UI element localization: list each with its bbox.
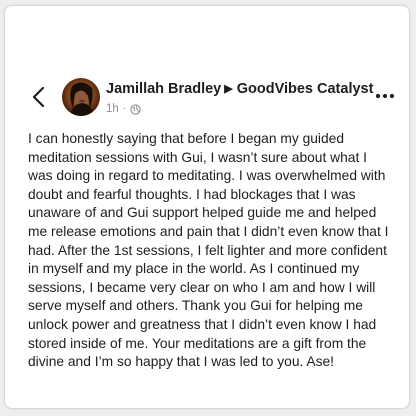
post-body-line: meditation sessions with Gui, I wasn’t s…	[28, 149, 367, 165]
author-name[interactable]: Jamillah Bradley	[106, 81, 221, 97]
post-body-line: I can honestly saying that before I bega…	[28, 131, 345, 146]
meta-separator: ·	[122, 103, 127, 114]
globe-icon	[130, 103, 141, 115]
avatar[interactable]	[62, 78, 100, 116]
post-body-line: serve myself and others. Thank you Gui f…	[28, 298, 363, 314]
post-body-line: sessions, I became very clear on who I a…	[28, 279, 376, 295]
more-dots-icon[interactable]	[375, 92, 395, 100]
post-body-line: unaware of and Gui support helped guide …	[28, 205, 377, 221]
post-meta: 1h ·	[106, 102, 376, 116]
timestamp[interactable]: 1h	[106, 102, 119, 116]
post-body-line: unlock power and greatness that I didn’t…	[28, 316, 377, 332]
post-body-line: was doing in regard to meditating. I was…	[28, 168, 386, 184]
group-name[interactable]: GoodVibes Catalyst	[237, 81, 374, 97]
post-body-line: stored inside of me. Your meditations ar…	[28, 335, 367, 351]
chevron-left-icon[interactable]	[29, 86, 49, 108]
post-header: Jamillah Bradley ▶ GoodVibes Catalyst 1h ·	[106, 81, 376, 116]
post-body-line: had. After the 1st sessions, I felt ligh…	[28, 242, 387, 258]
post-card: Jamillah Bradley ▶ GoodVibes Catalyst 1h ·…	[4, 5, 410, 409]
post-body-line: doubt and fearful thoughts. I had blocka…	[28, 186, 356, 202]
post-body: I can honestly saying that before I bega…	[28, 130, 408, 372]
arrow-right-icon: ▶	[224, 83, 233, 95]
post-title: Jamillah Bradley ▶ GoodVibes Catalyst	[106, 81, 376, 99]
post-body-line: in myself and my place in the world. As …	[28, 261, 360, 277]
post-body-line: me release emotions and pain that I didn…	[28, 223, 389, 239]
post-body-line: divine and I’m so happy that I was led t…	[28, 354, 335, 370]
